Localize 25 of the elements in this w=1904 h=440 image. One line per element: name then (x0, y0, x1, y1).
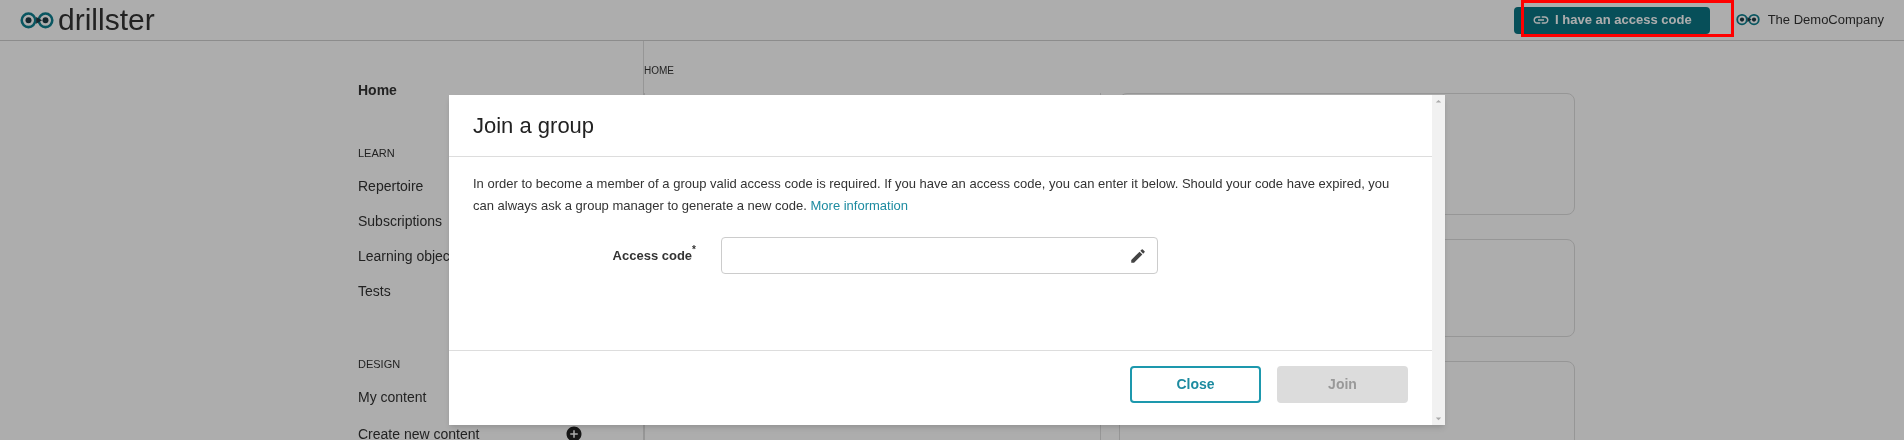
breadcrumb[interactable]: HOME (644, 63, 1575, 78)
access-code-field[interactable] (721, 237, 1158, 274)
sidebar-item[interactable]: Learning objec (358, 249, 450, 263)
sidebar-item[interactable]: Create new content (358, 427, 480, 440)
logo-icon (20, 10, 54, 30)
logo-icon (1735, 13, 1760, 27)
sidebar-item[interactable]: Tests (358, 284, 391, 298)
sidebar-item[interactable]: Subscriptions (358, 214, 443, 228)
logo-wordmark: drillster (58, 5, 155, 35)
pencil-icon (1129, 246, 1147, 265)
company-name: The DemoCompany (1767, 11, 1884, 30)
required-mark: * (692, 242, 696, 257)
field-label: Access code (612, 247, 693, 265)
sidebar-item[interactable]: My content (358, 390, 427, 404)
sidebar-item[interactable]: Home (358, 83, 397, 97)
close-button[interactable]: Close (1130, 366, 1261, 403)
section-heading: LEARN (358, 147, 395, 159)
access-code-button[interactable]: I have an access code (1514, 6, 1710, 34)
add-icon[interactable] (565, 425, 583, 440)
section-heading: DESIGN (358, 358, 401, 370)
more-information-link[interactable]: More information (810, 198, 909, 213)
scrollbar[interactable] (1432, 95, 1445, 425)
dialog-title: Join a group (473, 112, 595, 140)
sidebar-item[interactable]: Repertoire (358, 179, 424, 193)
dialog-description: In order to become a member of a group valid access code is required. If you have an access code, you can enter it below. Should your code have expired, you can always ask a group manager to generate a new code. More information (473, 175, 1391, 215)
